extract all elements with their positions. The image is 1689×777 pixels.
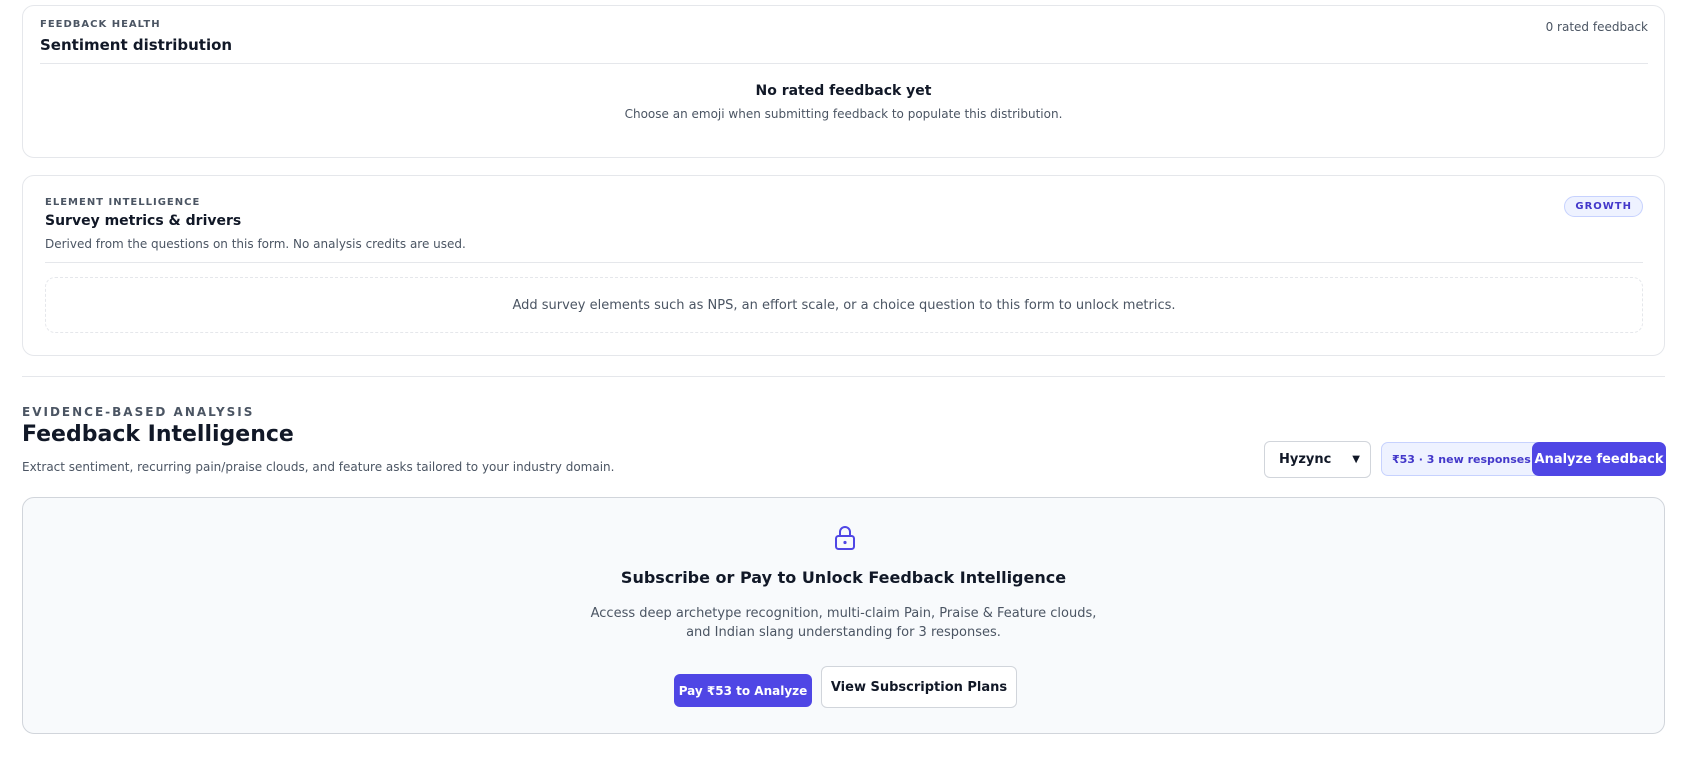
view-subscription-plans-button[interactable]: View Subscription Plans: [821, 666, 1017, 708]
divider: [40, 63, 1648, 64]
feedback-intelligence-title: Feedback Intelligence: [22, 422, 294, 447]
credits-pill: ₹53 · 3 new responses: [1381, 442, 1542, 476]
pay-to-analyze-button[interactable]: Pay ₹53 to Analyze: [674, 674, 812, 707]
rated-feedback-count: 0 rated feedback: [1545, 20, 1648, 34]
analyze-feedback-button[interactable]: Analyze feedback: [1532, 442, 1666, 476]
survey-metrics-title: Survey metrics & drivers: [45, 213, 242, 229]
element-intelligence-card: ELEMENT INTELLIGENCE Survey metrics & dr…: [22, 175, 1665, 356]
feedback-health-eyebrow: FEEDBACK HEALTH: [40, 19, 161, 30]
domain-select-value: Hyzync: [1279, 452, 1332, 467]
lock-icon: [833, 525, 857, 551]
unlock-title: Subscribe or Pay to Unlock Feedback Inte…: [620, 568, 1067, 587]
growth-plan-badge: GROWTH: [1564, 196, 1643, 217]
section-divider: [22, 376, 1665, 377]
feedback-intelligence-subtitle: Extract sentiment, recurring pain/praise…: [22, 460, 615, 474]
locked-feature-panel: Subscribe or Pay to Unlock Feedback Inte…: [22, 497, 1665, 734]
unlock-description: Access deep archetype recognition, multi…: [23, 604, 1664, 642]
domain-select[interactable]: Hyzync ▼: [1264, 441, 1371, 478]
unlock-description-line-1: Access deep archetype recognition, multi…: [590, 606, 1097, 621]
divider: [45, 262, 1643, 263]
unlock-description-line-2: and Indian slang understanding for 3 res…: [686, 625, 1001, 640]
sentiment-distribution-title: Sentiment distribution: [40, 36, 233, 54]
element-intelligence-eyebrow: ELEMENT INTELLIGENCE: [45, 197, 201, 208]
evidence-analysis-eyebrow: EVIDENCE-BASED ANALYSIS: [22, 405, 255, 419]
survey-metrics-subtitle: Derived from the questions on this form.…: [45, 237, 466, 251]
empty-state-subtitle: Choose an emoji when submitting feedback…: [624, 107, 1063, 121]
survey-metrics-empty-state: Add survey elements such as NPS, an effo…: [45, 277, 1643, 333]
chevron-down-icon: ▼: [1352, 454, 1360, 465]
feedback-health-card: FEEDBACK HEALTH Sentiment distribution 0…: [22, 5, 1665, 158]
survey-metrics-empty-message: Add survey elements such as NPS, an effo…: [512, 297, 1176, 313]
empty-state-title: No rated feedback yet: [755, 83, 932, 99]
